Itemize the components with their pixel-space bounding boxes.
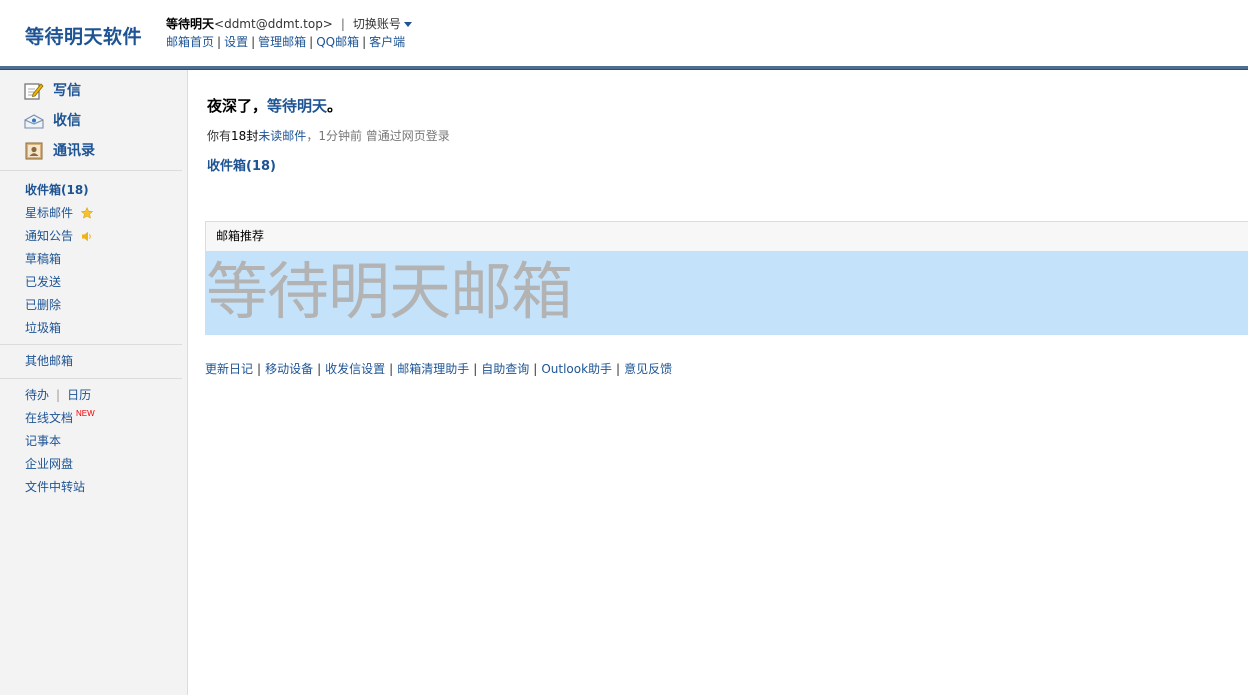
folder-label: 其他邮箱 [25, 354, 74, 368]
switch-account-label: 切换账号 [352, 17, 401, 31]
folder-label: 已发送 [25, 275, 62, 289]
folder-label: 记事本 [25, 434, 62, 448]
panel-title: 邮箱推荐 [206, 222, 1248, 252]
nav-manage-mailbox[interactable]: 管理邮箱 [258, 35, 306, 49]
sidebar-item-deleted[interactable]: 已删除 [25, 294, 187, 317]
user-email: <ddmt@ddmt.top> [214, 17, 333, 31]
folder-label: 收件箱(18) [25, 183, 89, 197]
inbox-icon [24, 114, 44, 129]
nav-settings[interactable]: 设置 [224, 35, 248, 49]
greeting-prefix: 夜深了， [207, 97, 268, 115]
nav-mail-home[interactable]: 邮箱首页 [166, 35, 214, 49]
inbox-link[interactable]: 收件箱(18) [207, 155, 276, 174]
unread-mail-link[interactable]: 未读邮件 [258, 129, 306, 143]
compose-icon [24, 83, 44, 100]
nav-separator: | [217, 35, 222, 49]
folder-label: 草稿箱 [25, 252, 62, 266]
greeting-suffix: 。 [327, 97, 343, 115]
sidebar-item-spam[interactable]: 垃圾箱 [25, 317, 187, 340]
star-icon [80, 207, 93, 219]
footer-link-mobile[interactable]: 移动设备 [265, 362, 313, 376]
nav-separator: | [362, 35, 367, 49]
footer-link-changelog[interactable]: 更新日记 [205, 362, 253, 376]
folder-list: 收件箱(18) 星标邮件 通知公告 草稿箱 已发送 已删除 垃圾箱 [0, 171, 187, 344]
sidebar-item-notices[interactable]: 通知公告 [25, 225, 187, 248]
contacts-icon [25, 142, 43, 160]
sidebar-item-drafts[interactable]: 草稿箱 [25, 248, 187, 271]
footer-separator: | [389, 362, 394, 376]
mailbox-recommend-panel: 邮箱推荐 等待明天邮箱 [205, 221, 1248, 335]
sidebar-item-inbox[interactable]: 收件箱(18) [25, 179, 187, 202]
other-mailbox-section: 其他邮箱 [0, 345, 187, 378]
nav-separator: | [251, 35, 256, 49]
footer-separator: | [317, 362, 322, 376]
last-login-info: ，1分钟前 曾通过网页登录 [306, 129, 450, 143]
unread-summary: 你有18封未读邮件，1分钟前 曾通过网页登录 [207, 127, 450, 144]
sidebar-item-calendar[interactable]: 日历 [67, 388, 91, 402]
switch-account-link[interactable]: 切换账号 [353, 17, 412, 31]
folder-label: 文件中转站 [25, 480, 86, 494]
new-badge: NEW [76, 409, 95, 418]
quick-actions: 写信 收信 通讯录 [0, 70, 187, 170]
footer-link-feedback[interactable]: 意见反馈 [624, 362, 672, 376]
nav-qq-mail[interactable]: QQ邮箱 [316, 35, 359, 49]
main-content: 夜深了，等待明天。 你有18封未读邮件，1分钟前 曾通过网页登录 收件箱(18)… [205, 70, 1248, 695]
sidebar-item-file-transfer[interactable]: 文件中转站 [25, 476, 187, 499]
speaker-icon [81, 231, 91, 242]
app-logo[interactable]: 等待明天软件 [25, 22, 142, 49]
separator: | [340, 17, 345, 31]
nav-separator: | [309, 35, 314, 49]
compose-button[interactable]: 写信 [0, 80, 187, 110]
folder-label: 在线文档 [25, 411, 74, 425]
unread-count: 18封 [231, 129, 259, 143]
sidebar-item-notebook[interactable]: 记事本 [25, 430, 187, 453]
sidebar-item-starred[interactable]: 星标邮件 [25, 202, 187, 225]
compose-label: 写信 [53, 83, 81, 99]
folder-label: 通知公告 [25, 229, 74, 243]
nav-client[interactable]: 客户端 [369, 35, 405, 49]
footer-link-send-receive-settings[interactable]: 收发信设置 [325, 362, 385, 376]
sidebar-item-other-mailbox[interactable]: 其他邮箱 [25, 350, 187, 373]
footer-separator: | [533, 362, 538, 376]
promo-banner[interactable]: 等待明天邮箱 [206, 252, 1248, 335]
sidebar-item-sent[interactable]: 已发送 [25, 271, 187, 294]
sidebar-item-online-docs[interactable]: 在线文档 NEW [25, 407, 187, 430]
footer-separator: | [616, 362, 621, 376]
separator: | [56, 388, 61, 402]
folder-label: 垃圾箱 [25, 321, 62, 335]
tools-section: 待办 | 日历 在线文档 NEW 记事本 企业网盘 文件中转站 [0, 379, 187, 499]
receive-button[interactable]: 收信 [0, 110, 187, 140]
header: 等待明天软件 等待明天<ddmt@ddmt.top> | 切换账号 邮箱首页 | 设置 |… [0, 0, 1248, 66]
greeting: 夜深了，等待明天。 [207, 95, 342, 116]
sidebar-item-todo[interactable]: 待办 [25, 388, 49, 402]
user-bar: 等待明天<ddmt@ddmt.top> | 切换账号 邮箱首页 | 设置 | 管理邮箱 | QQ… [166, 15, 412, 51]
user-name: 等待明天 [166, 17, 215, 31]
chevron-down-icon [403, 22, 412, 27]
sidebar-item-enterprise-disk[interactable]: 企业网盘 [25, 453, 187, 476]
banner-text: 等待明天邮箱 [206, 255, 573, 328]
sidebar: 写信 收信 通讯录 收件箱(18) 星标邮件 通知公告 草稿箱 已发送 已删除 … [0, 70, 188, 695]
header-nav: 邮箱首页 | 设置 | 管理邮箱 | QQ邮箱 | 客户端 [166, 33, 412, 51]
footer-link-self-service[interactable]: 自助查询 [481, 362, 529, 376]
footer-links: 更新日记 | 移动设备 | 收发信设置 | 邮箱清理助手 | 自助查询 | Outlook助手 | 意见… [205, 360, 672, 377]
unread-prefix: 你有 [207, 129, 232, 143]
todo-calendar-row: 待办 | 日历 [25, 384, 187, 407]
footer-separator: | [473, 362, 478, 376]
folder-label: 已删除 [25, 298, 62, 312]
footer-link-cleanup[interactable]: 邮箱清理助手 [397, 362, 469, 376]
contacts-label: 通讯录 [53, 143, 95, 159]
footer-separator: | [257, 362, 262, 376]
receive-label: 收信 [53, 113, 81, 129]
folder-label: 星标邮件 [25, 206, 74, 220]
folder-label: 企业网盘 [25, 457, 74, 471]
contacts-button[interactable]: 通讯录 [0, 140, 187, 170]
greeting-name: 等待明天 [267, 97, 328, 115]
footer-link-outlook[interactable]: Outlook助手 [541, 362, 612, 376]
